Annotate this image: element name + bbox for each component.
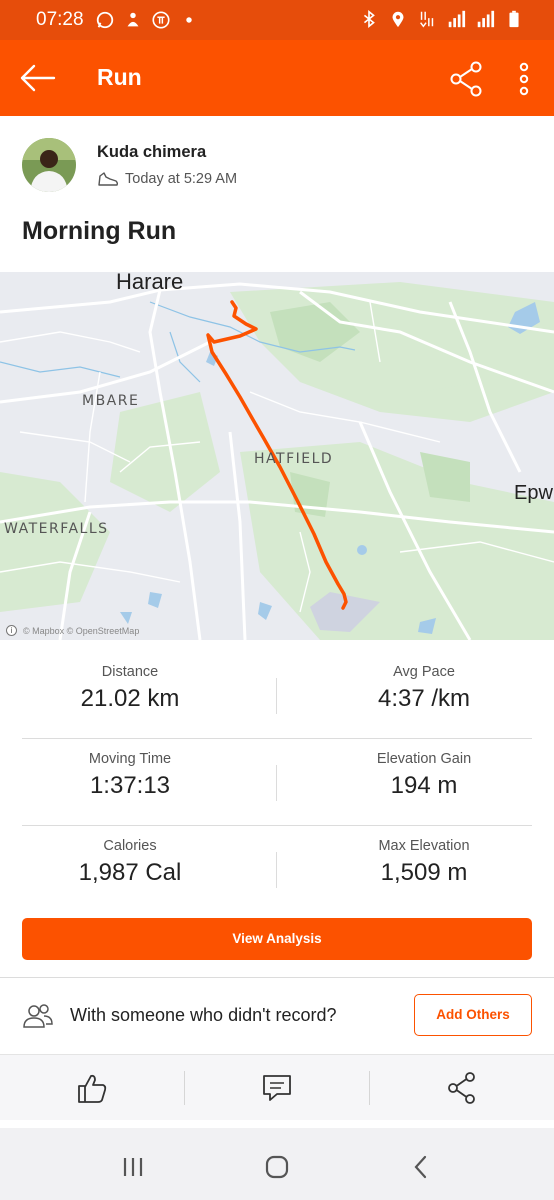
divider xyxy=(276,678,277,714)
recent-apps-icon[interactable] xyxy=(120,1154,146,1180)
more-options-icon[interactable] xyxy=(512,60,536,98)
action-bar xyxy=(0,1054,554,1120)
stats-row: Distance 21.02 km Avg Pace 4:37 /km xyxy=(22,652,532,739)
stat-label: Avg Pace xyxy=(393,664,455,680)
activity-meta: Today at 5:29 AM xyxy=(97,170,237,188)
activity-time: Today at 5:29 AM xyxy=(125,171,238,187)
map-label-waterfalls: WATERFALLS xyxy=(4,521,109,537)
share-icon[interactable] xyxy=(448,60,486,98)
home-icon[interactable] xyxy=(264,1154,290,1180)
stat-label: Max Elevation xyxy=(378,838,470,854)
stat-moving-time: Moving Time 1:37:13 xyxy=(22,751,238,800)
stat-label: Calories xyxy=(103,838,157,854)
stat-value: 1,509 m xyxy=(380,859,468,886)
app-bar: Run xyxy=(0,40,554,116)
action-separator xyxy=(184,1071,185,1105)
stat-value: 21.02 km xyxy=(80,685,180,712)
stat-calories: Calories 1,987 Cal xyxy=(22,838,238,887)
stat-elevation-gain: Elevation Gain 194 m xyxy=(316,751,532,800)
with-others-text: With someone who didn't record? xyxy=(70,1005,337,1025)
stats-row: Moving Time 1:37:13 Elevation Gain 194 m xyxy=(22,739,532,826)
avatar[interactable] xyxy=(22,138,76,192)
status-bar: 07:28 xyxy=(0,0,554,40)
comment-icon[interactable] xyxy=(261,1071,293,1105)
route-map[interactable]: Harare MBARE HATFIELD WATERFALLS Epw i ©… xyxy=(0,272,554,640)
back-arrow-icon[interactable] xyxy=(18,62,58,94)
stat-distance: Distance 21.02 km xyxy=(22,664,238,713)
signal-1-icon xyxy=(448,10,466,28)
stat-value: 194 m xyxy=(390,772,458,799)
stat-label: Moving Time xyxy=(88,751,172,767)
location-icon xyxy=(392,11,404,28)
add-others-button[interactable]: Add Others xyxy=(414,994,532,1036)
action-separator xyxy=(369,1071,370,1105)
system-nav-bar xyxy=(0,1128,554,1200)
stats-grid: Distance 21.02 km Avg Pace 4:37 /km Movi… xyxy=(22,652,532,913)
info-icon[interactable]: i xyxy=(6,625,17,636)
back-nav-icon[interactable] xyxy=(408,1154,434,1180)
map-label-east: Epw xyxy=(514,482,553,504)
stat-value: 1,987 Cal xyxy=(78,859,182,886)
attribution-text: © Mapbox © OpenStreetMap xyxy=(23,625,140,636)
view-analysis-button[interactable]: View Analysis xyxy=(22,918,532,960)
stat-max-elevation: Max Elevation 1,509 m xyxy=(316,838,532,887)
stat-avg-pace: Avg Pace 4:37 /km xyxy=(316,664,532,713)
map-label-mbare: MBARE xyxy=(82,393,140,409)
battery-icon xyxy=(509,10,519,28)
stat-label: Distance xyxy=(101,664,159,680)
bluetooth-icon xyxy=(363,10,375,28)
app-notification-icon xyxy=(127,12,139,27)
activity-title: Morning Run xyxy=(22,217,177,245)
dot-icon xyxy=(186,17,192,23)
page-title: Run xyxy=(97,64,142,90)
stats-row: Calories 1,987 Cal Max Elevation 1,509 m xyxy=(22,826,532,913)
data-transfer-icon xyxy=(420,11,434,28)
with-others-row: With someone who didn't record? Add Othe… xyxy=(0,978,554,1054)
divider xyxy=(276,852,277,888)
map-attribution[interactable]: i © Mapbox © OpenStreetMap xyxy=(6,625,139,636)
map-label-city: Harare xyxy=(116,272,184,294)
shoe-icon xyxy=(98,172,119,186)
stat-value: 4:37 /km xyxy=(377,685,471,712)
divider xyxy=(276,765,277,801)
signal-2-icon xyxy=(477,10,495,28)
stat-value: 1:37:13 xyxy=(89,772,171,799)
pi-icon xyxy=(152,11,170,29)
stat-label: Elevation Gain xyxy=(376,751,472,767)
share-icon[interactable] xyxy=(446,1071,478,1105)
athlete-name[interactable]: Kuda chimera xyxy=(97,143,206,162)
whatsapp-icon xyxy=(96,11,114,29)
map-label-hatfield: HATFIELD xyxy=(254,451,334,467)
status-time: 07:28 xyxy=(36,9,84,30)
people-icon xyxy=(23,1004,53,1028)
thumbs-up-icon[interactable] xyxy=(76,1071,108,1105)
